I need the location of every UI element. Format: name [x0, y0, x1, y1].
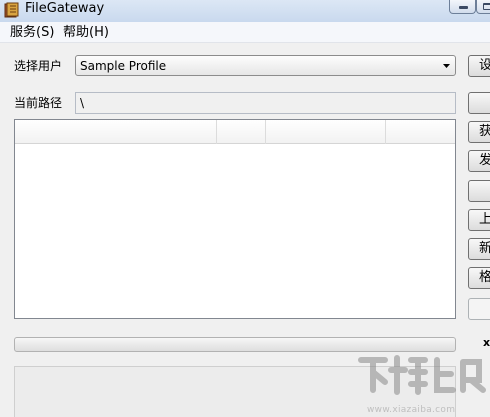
user-select-dropdown[interactable]: Sample Profile: [75, 55, 456, 76]
minimize-button[interactable]: [449, 0, 476, 14]
path-field[interactable]: \: [75, 92, 456, 114]
new-button[interactable]: 新: [468, 238, 490, 260]
column-header-4[interactable]: [386, 120, 455, 144]
watermark-logo: [358, 355, 486, 395]
menu-bar: 服务(S) 帮助(H): [0, 22, 490, 43]
menu-service[interactable]: 服务(S): [8, 24, 56, 41]
menu-help[interactable]: 帮助(H): [61, 24, 111, 41]
upload-button[interactable]: 上: [468, 209, 490, 231]
side-label: x: [483, 336, 490, 349]
column-header-2[interactable]: [217, 120, 266, 144]
file-list[interactable]: [14, 119, 456, 319]
title-bar: FileGateway: [0, 0, 490, 22]
user-select-label: 选择用户: [14, 59, 63, 73]
side-button-5[interactable]: [468, 180, 490, 202]
path-label: 当前路径: [14, 96, 63, 110]
chevron-down-icon: [443, 64, 450, 68]
watermark: www.xiazaiba.com: [355, 350, 490, 417]
format-button[interactable]: 格: [468, 267, 490, 289]
send-button[interactable]: 发: [468, 150, 490, 172]
column-header-3[interactable]: [266, 120, 386, 144]
maximize-button[interactable]: [476, 0, 490, 14]
minimize-icon: [459, 6, 468, 9]
side-button-2[interactable]: [468, 92, 490, 114]
user-select-value: Sample Profile: [80, 59, 167, 73]
window-title: FileGateway: [25, 1, 105, 16]
side-button-disabled[interactable]: [468, 298, 490, 320]
app-book-icon: [4, 2, 19, 18]
maximize-icon: [483, 3, 490, 10]
settings-button[interactable]: 设: [468, 55, 490, 77]
watermark-text: www.xiazaiba.com: [367, 405, 456, 415]
path-value: \: [80, 96, 85, 110]
file-list-header: [15, 120, 455, 144]
column-header-1[interactable]: [15, 120, 217, 144]
get-button[interactable]: 获: [468, 121, 490, 143]
